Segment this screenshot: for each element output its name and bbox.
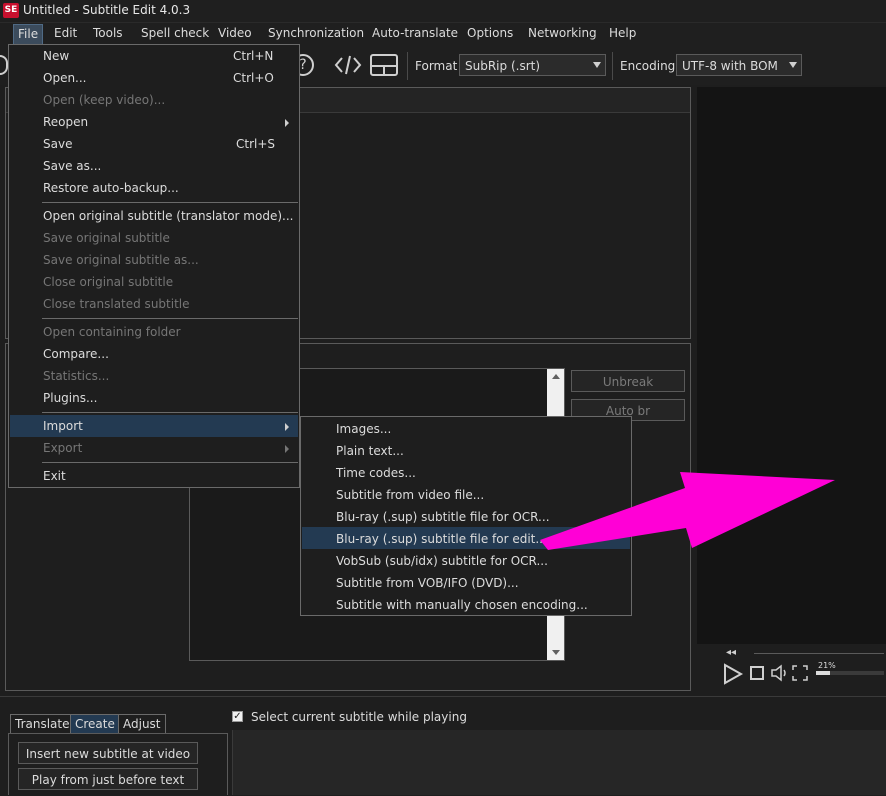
toolbar-separator: [407, 52, 408, 80]
chevron-down-icon: [552, 650, 560, 655]
menu-item-open-folder[interactable]: Open containing folder: [43, 325, 181, 339]
menu-help[interactable]: Help: [609, 26, 636, 40]
submenu-arrow-icon: [285, 445, 289, 453]
menu-video[interactable]: Video: [218, 26, 252, 40]
seek-bar[interactable]: [754, 653, 884, 654]
submenu-arrow-icon: [285, 119, 289, 127]
import-images[interactable]: Images...: [336, 422, 391, 436]
menu-item-close-translated[interactable]: Close translated subtitle: [43, 297, 190, 311]
toolbar-separator: [612, 52, 613, 80]
shortcut-open: Ctrl+O: [233, 71, 274, 85]
menu-item-export[interactable]: Export: [43, 441, 82, 455]
window-title: Untitled - Subtitle Edit 4.0.3: [23, 3, 191, 17]
menu-item-statistics[interactable]: Statistics...: [43, 369, 109, 383]
layout-icon[interactable]: [369, 53, 399, 77]
menu-item-save-as[interactable]: Save as...: [43, 159, 101, 173]
import-blu-ray-edit[interactable]: Blu-ray (.sup) subtitle file for edit...: [336, 532, 547, 546]
menu-item-open-keep-video[interactable]: Open (keep video)...: [43, 93, 165, 107]
select-while-playing-checkbox[interactable]: ✓: [232, 711, 243, 722]
rewind-icon[interactable]: ◂◂: [726, 647, 736, 658]
menu-separator: [42, 318, 298, 319]
menu-item-plugins[interactable]: Plugins...: [43, 391, 97, 405]
menu-auto-translate[interactable]: Auto-translate: [372, 26, 458, 40]
select-while-playing-label: Select current subtitle while playing: [251, 710, 467, 724]
format-label: Format: [415, 59, 458, 73]
file-menu-items: New Ctrl+N Open... Ctrl+O Open (keep vid…: [8, 44, 300, 488]
import-vob-ifo[interactable]: Subtitle from VOB/IFO (DVD)...: [336, 576, 519, 590]
import-manual-encoding[interactable]: Subtitle with manually chosen encoding..…: [336, 598, 588, 612]
volume-slider[interactable]: [816, 671, 884, 675]
menu-bar: File Edit Tools Spell check Video Synchr…: [0, 23, 886, 45]
menu-item-restore-backup[interactable]: Restore auto-backup...: [43, 181, 179, 195]
tab-translate[interactable]: Translate: [10, 714, 75, 734]
format-select-value: SubRip (.srt): [465, 59, 541, 73]
source-view-icon[interactable]: [334, 53, 362, 77]
menu-separator: [42, 462, 298, 463]
menu-item-exit[interactable]: Exit: [43, 469, 66, 483]
annotation-arrow-icon: [540, 472, 835, 550]
menu-tools[interactable]: Tools: [93, 26, 123, 40]
encoding-select-value: UTF-8 with BOM: [682, 59, 778, 73]
import-time-codes[interactable]: Time codes...: [336, 466, 416, 480]
shortcut-save: Ctrl+S: [236, 137, 276, 151]
shortcut-new: Ctrl+N: [233, 49, 274, 63]
menu-edit[interactable]: Edit: [54, 26, 77, 40]
volume-slider-fill: [816, 671, 831, 675]
menu-item-open[interactable]: Open...: [43, 71, 87, 85]
insert-at-video-pos-button[interactable]: Insert new subtitle at video pos: [18, 742, 198, 783]
title-bar: SE Untitled - Subtitle Edit 4.0.3: [0, 0, 886, 23]
menu-separator: [42, 412, 298, 413]
menu-item-save-original-as[interactable]: Save original subtitle as...: [43, 253, 199, 267]
volume-percent: 21%: [818, 661, 836, 670]
chevron-down-icon: [593, 62, 601, 68]
menu-item-reopen[interactable]: Reopen: [43, 115, 88, 129]
app-icon: SE: [3, 3, 19, 18]
play-icon[interactable]: [722, 663, 744, 688]
menu-item-save[interactable]: Save: [43, 137, 72, 151]
chevron-down-icon: [789, 62, 797, 68]
unbreak-button[interactable]: Unbreak: [571, 370, 685, 392]
fullscreen-icon[interactable]: [792, 665, 808, 684]
submenu-arrow-icon: [285, 423, 289, 431]
encoding-label: Encoding: [620, 59, 676, 73]
format-select[interactable]: SubRip (.srt): [459, 54, 606, 76]
menu-item-save-original[interactable]: Save original subtitle: [43, 231, 170, 245]
menu-item-open-original[interactable]: Open original subtitle (translator mode)…: [43, 209, 293, 223]
tab-create[interactable]: Create: [70, 714, 120, 734]
tab-adjust[interactable]: Adjust: [118, 714, 166, 734]
menu-item-close-original[interactable]: Close original subtitle: [43, 275, 173, 289]
video-player[interactable]: [697, 87, 886, 644]
volume-icon[interactable]: [770, 663, 790, 686]
import-from-video-file[interactable]: Subtitle from video file...: [336, 488, 484, 502]
play-before-text-button[interactable]: Play from just before text: [18, 768, 198, 790]
menu-file[interactable]: File: [13, 24, 44, 45]
waveform-area[interactable]: [232, 730, 886, 795]
menu-options[interactable]: Options: [467, 26, 513, 40]
import-plain-text[interactable]: Plain text...: [336, 444, 404, 458]
menu-item-compare[interactable]: Compare...: [43, 347, 109, 361]
import-vobsub-ocr[interactable]: VobSub (sub/idx) subtitle for OCR...: [336, 554, 548, 568]
menu-item-import[interactable]: Import: [43, 419, 83, 433]
encoding-select[interactable]: UTF-8 with BOM: [676, 54, 802, 76]
menu-spell-check[interactable]: Spell check: [141, 26, 209, 40]
import-blu-ray-ocr[interactable]: Blu-ray (.sup) subtitle file for OCR...: [336, 510, 550, 524]
stop-icon[interactable]: [750, 666, 764, 680]
menu-separator: [42, 202, 298, 203]
menu-networking[interactable]: Networking: [528, 26, 597, 40]
chevron-up-icon: [552, 374, 560, 379]
menu-item-new[interactable]: New: [43, 49, 69, 63]
menu-synchronization[interactable]: Synchronization: [268, 26, 364, 40]
